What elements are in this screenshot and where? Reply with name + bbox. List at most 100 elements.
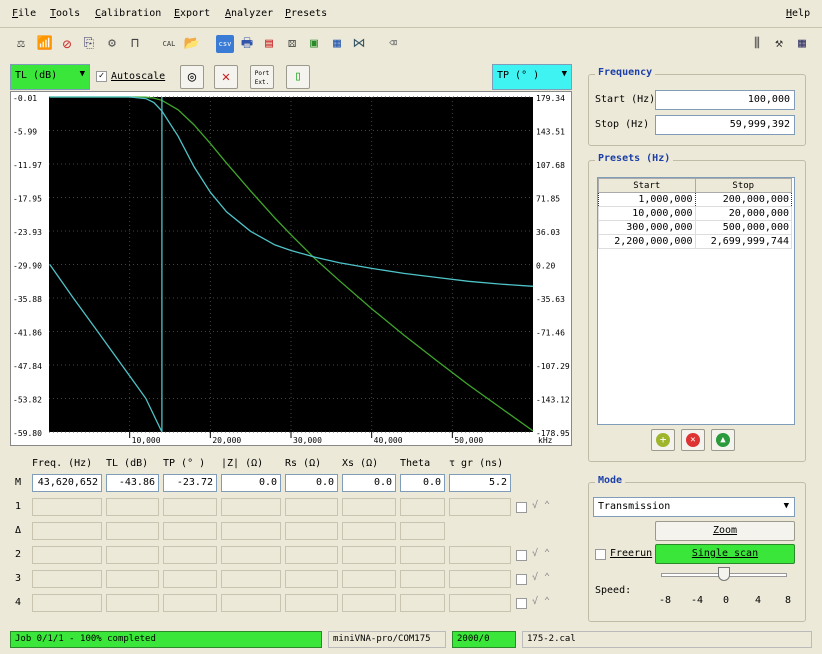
presets-table: Start Stop 1,000,000 200,000,000 10,000,0…: [598, 178, 792, 249]
marker-enable-checkbox[interactable]: [516, 574, 527, 585]
menu-help[interactable]: Help: [786, 8, 810, 19]
marker-cell[interactable]: -43.86: [106, 474, 159, 492]
x-tick-label: 50,000: [454, 436, 483, 445]
marker-cell: [163, 498, 217, 516]
autoscale-checkbox[interactable]: ✓ Autoscale: [96, 71, 165, 82]
menu-presets[interactable]: Presets: [285, 8, 327, 19]
left-axis-select[interactable]: TL (dB) ▼: [10, 64, 90, 90]
delete-preset-button[interactable]: ✕: [681, 429, 705, 451]
marker-cell[interactable]: 0.0: [400, 474, 445, 492]
bars-icon[interactable]: ⫼: [748, 35, 766, 53]
menu-analyzer[interactable]: Analyzer: [225, 8, 273, 19]
marker-cell[interactable]: 0.0: [342, 474, 396, 492]
scale-icon[interactable]: ⚖: [12, 35, 30, 53]
marker-cell: [163, 522, 217, 540]
signal-icon[interactable]: 📶: [36, 35, 54, 53]
col-header-group-delay: τ gr (ns): [449, 458, 504, 469]
marker-math-icon[interactable]: √ ⌃: [532, 572, 550, 583]
marker-cell: [221, 546, 281, 564]
start-label: Start (Hz): [595, 94, 656, 105]
y-left-tick-label: -53.82: [13, 396, 42, 405]
image-icon[interactable]: ▣: [305, 35, 323, 53]
tools-icon[interactable]: ⚒: [770, 35, 788, 53]
port-ext-button[interactable]: Port Ext.: [250, 65, 274, 89]
load-preset-button[interactable]: ▲: [711, 429, 735, 451]
x-tick-label: 30,000: [293, 436, 322, 445]
presets-header-stop[interactable]: Stop: [694, 178, 792, 193]
mode-select[interactable]: Transmission ▼: [593, 497, 795, 517]
target-button[interactable]: ◎: [180, 65, 204, 89]
y-right-tick-label: 36.03: [536, 228, 560, 237]
menu-export[interactable]: Export: [174, 8, 210, 19]
add-preset-button[interactable]: +: [651, 429, 675, 451]
col-header-tp: TP (° ): [163, 458, 206, 469]
stop-frequency-input[interactable]: 59,999,392: [655, 115, 795, 135]
zoom-button[interactable]: Zoom: [655, 521, 795, 541]
cal-icon[interactable]: CAL: [160, 35, 178, 53]
graph-icon[interactable]: ⊓: [126, 35, 144, 53]
network-icon[interactable]: ⋈: [350, 35, 368, 53]
y-right-tick-label: 0.20: [536, 262, 555, 271]
battery-button[interactable]: ▯: [286, 65, 310, 89]
job-status: Job 0/1/1 - 100% completed: [10, 631, 322, 648]
marker-math-icon[interactable]: √ ⌃: [532, 596, 550, 607]
y-left-tick-label: -17.95: [13, 195, 42, 204]
y-left-tick-label: -35.88: [13, 295, 42, 304]
col-header-theta: Theta: [400, 458, 431, 469]
printer-icon[interactable]: 🖶: [238, 35, 256, 53]
start-frequency-input[interactable]: 100,000: [655, 90, 795, 110]
battery-icon: ▯: [294, 69, 302, 84]
marker-cell: [106, 546, 159, 564]
col-header-rs: Rs (Ω): [285, 458, 322, 469]
table-row[interactable]: 1,000,000 200,000,000: [598, 192, 792, 207]
chart[interactable]: -0.01 179.34 -5.99 143.51 -11.97 107.68 -17.95…: [10, 91, 572, 446]
row-label: 1: [15, 501, 22, 512]
marker-clear-button[interactable]: ✕: [214, 65, 238, 89]
marker-cell: [221, 594, 281, 612]
right-axis-select[interactable]: TP (° ) ▼: [492, 64, 572, 90]
marker-cell: [163, 546, 217, 564]
single-scan-button[interactable]: Single scan: [655, 544, 795, 564]
table-row[interactable]: 300,000,000 500,000,000: [598, 220, 792, 235]
calculator-icon[interactable]: ▦: [793, 35, 811, 53]
y-left-tick-label: -23.93: [13, 228, 42, 237]
export-icon[interactable]: ⎘: [80, 35, 98, 53]
x-unit-label: kHz: [538, 436, 553, 445]
open-icon[interactable]: 📂: [183, 35, 201, 53]
marker-math-icon[interactable]: √ ⌃: [532, 500, 550, 511]
marker-math-icon[interactable]: √ ⌃: [532, 548, 550, 559]
marker-cell: [106, 594, 159, 612]
y-left-tick-label: -59.80: [13, 429, 42, 438]
col-header-z: |Z| (Ω): [221, 458, 264, 469]
speed-slider-thumb[interactable]: [718, 567, 730, 581]
menu-tools[interactable]: Tools: [50, 8, 80, 19]
marker-cell[interactable]: 5.2: [449, 474, 511, 492]
marker-enable-checkbox[interactable]: [516, 502, 527, 513]
y-left-tick-label: -47.84: [13, 362, 42, 371]
stop-label: Stop (Hz): [595, 119, 650, 130]
clock-icon[interactable]: ⊘: [58, 35, 76, 53]
menu-calibration[interactable]: Calibration: [95, 8, 161, 19]
marker-enable-checkbox[interactable]: [516, 550, 527, 561]
table-row[interactable]: 10,000,000 20,000,000: [598, 206, 792, 221]
marker-enable-checkbox[interactable]: [516, 598, 527, 609]
freerun-checkbox[interactable]: [595, 549, 606, 560]
y-left-tick-label: -29.90: [13, 262, 42, 271]
csv-icon[interactable]: csv: [216, 35, 234, 53]
marker-cell: [285, 522, 338, 540]
table-row[interactable]: 2,200,000,000 2,699,999,744: [598, 234, 792, 249]
marker-cell[interactable]: 0.0: [285, 474, 338, 492]
marker-cell: [400, 522, 445, 540]
eraser-icon[interactable]: ⌫: [384, 35, 402, 53]
menu-file[interactable]: File: [12, 8, 36, 19]
count-status: 2000/0: [452, 631, 516, 648]
marker-cell[interactable]: 0.0: [221, 474, 281, 492]
marker-cell[interactable]: -23.72: [163, 474, 217, 492]
row-label: 4: [15, 597, 22, 608]
settings-icon[interactable]: ⚙: [103, 35, 121, 53]
marker-cell[interactable]: 43,620,652: [32, 474, 102, 492]
zplot-icon[interactable]: ▦: [328, 35, 346, 53]
pdf-icon[interactable]: ▤: [260, 35, 278, 53]
dice-icon[interactable]: ⚄: [283, 35, 301, 53]
presets-header-start[interactable]: Start: [598, 178, 696, 193]
